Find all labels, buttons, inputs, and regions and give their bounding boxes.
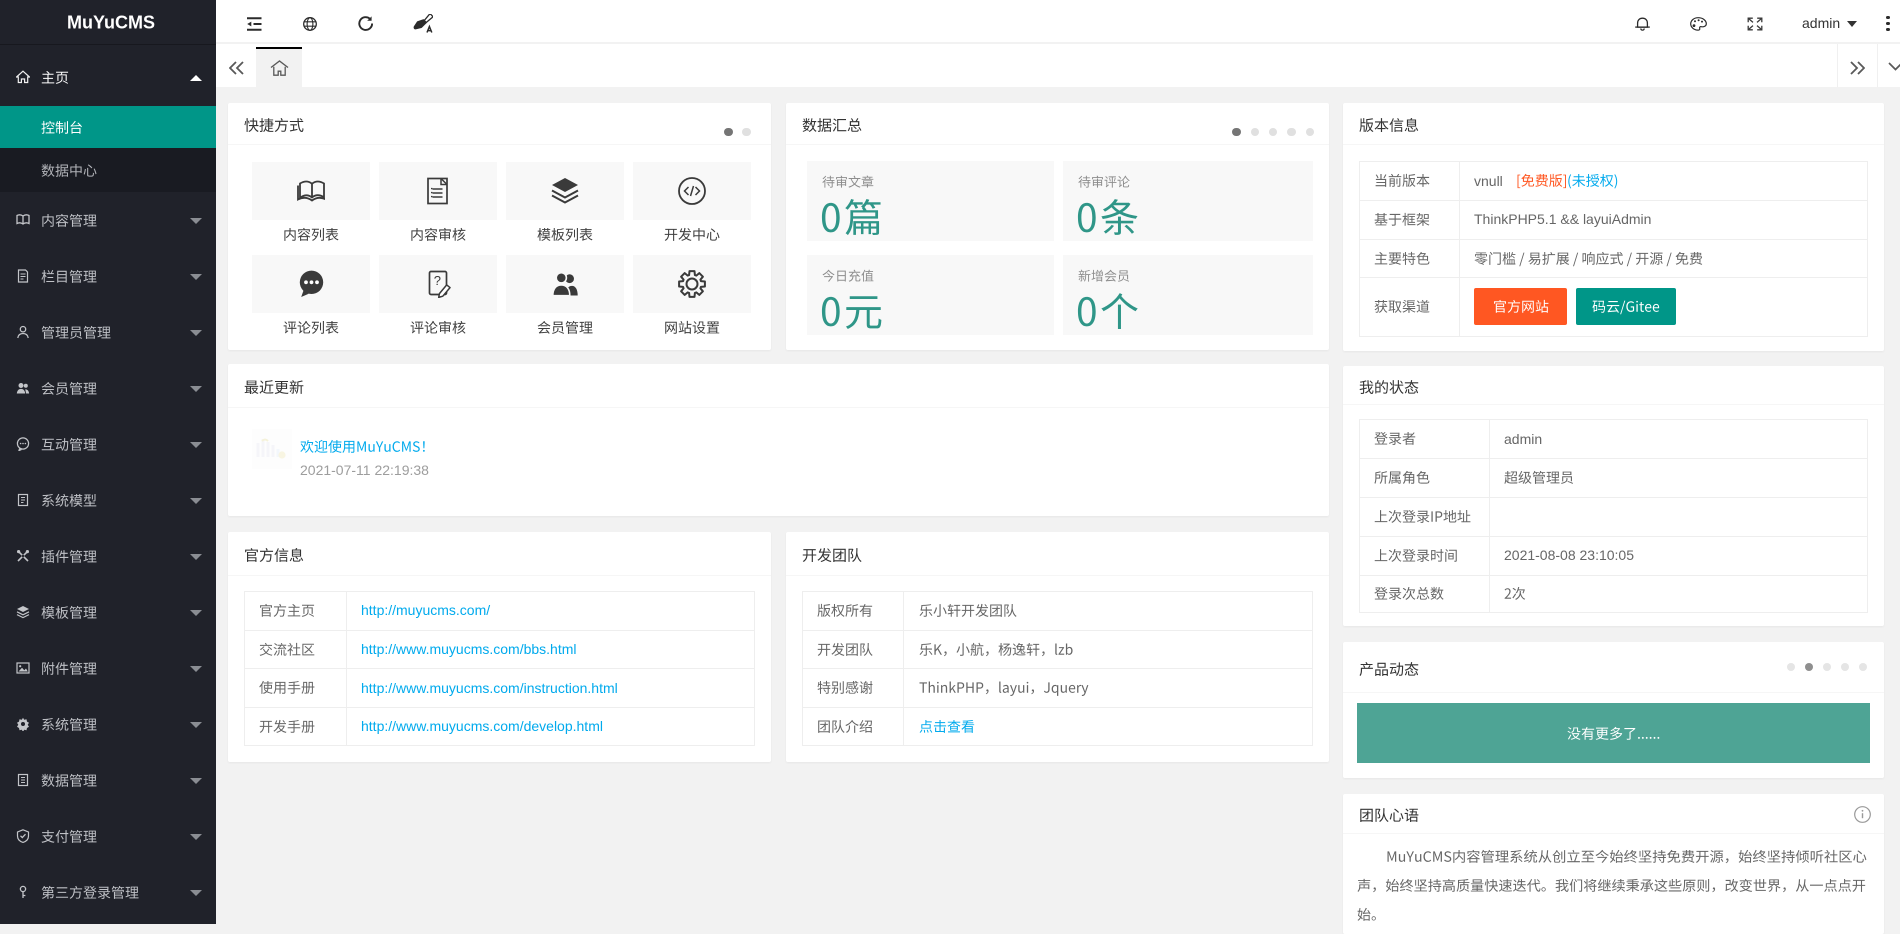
svg-text:?: ? — [434, 273, 441, 288]
